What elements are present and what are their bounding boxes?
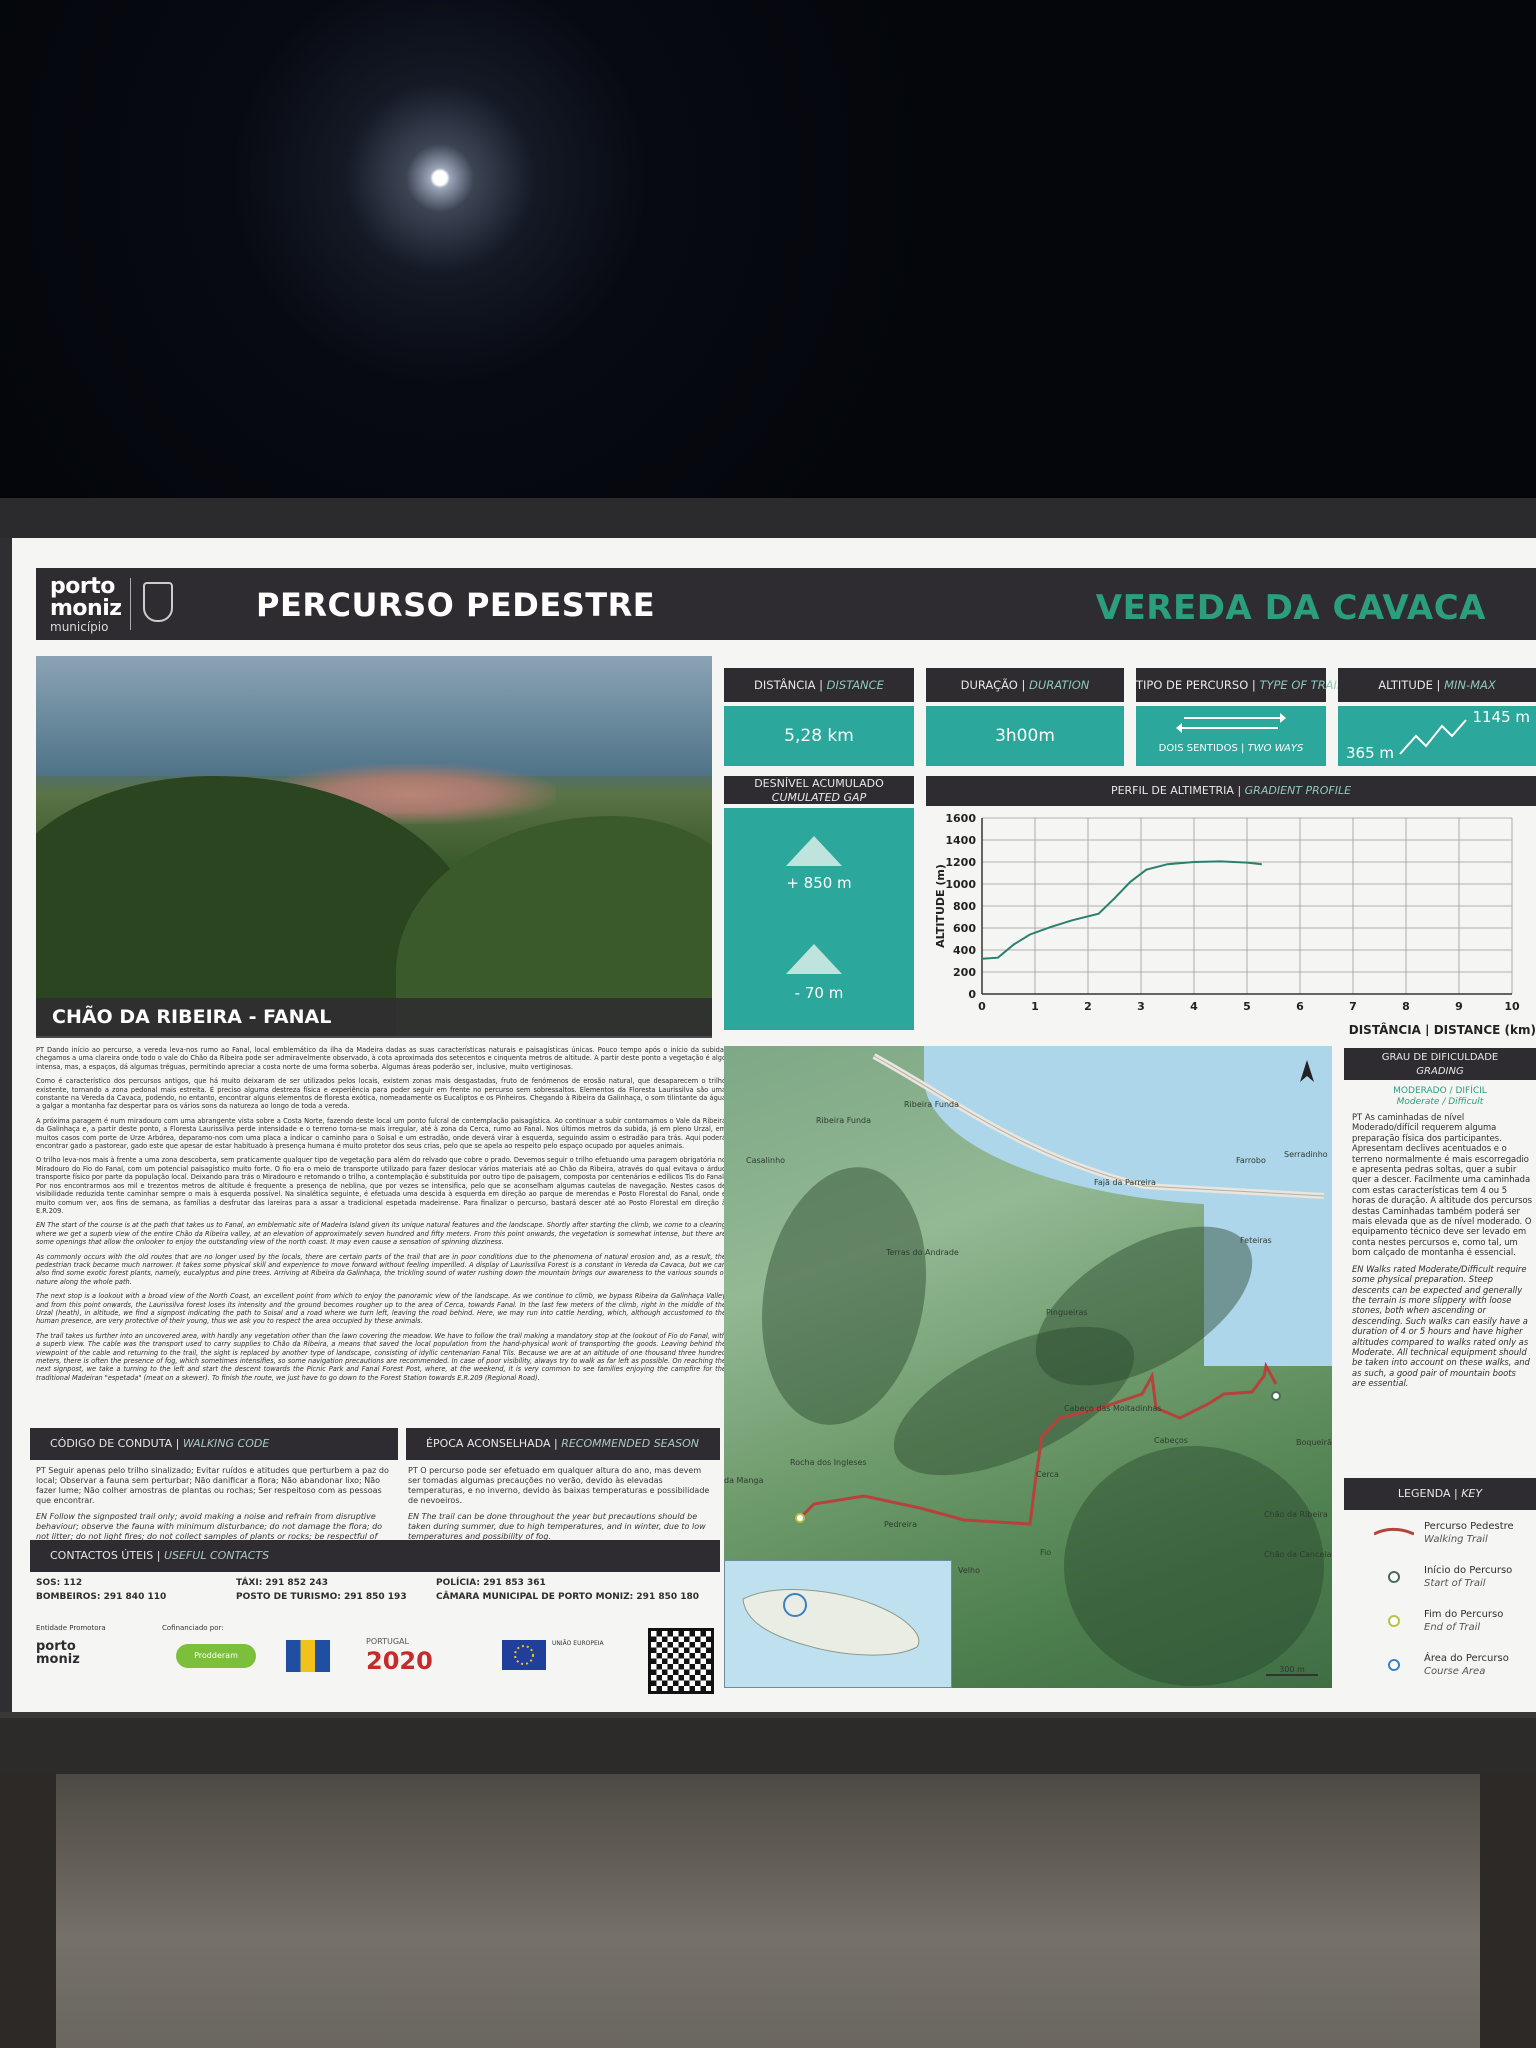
x-tick-label: 10 (1504, 1000, 1520, 1013)
stat-altitude: ALTITUDE | MIN-MAX 365 m 1145 m (1338, 668, 1536, 766)
gradient-profile-chart: 0 200 400 600 800 1000 1200 1400 1600 0 1 2 3 4 5 6 7 8 9 1… (934, 812, 1536, 1037)
x-tick-label: 4 (1190, 1000, 1198, 1013)
sign-frame-bottom (0, 1712, 1536, 1774)
legend-item-course-area: Área do Percurso Course Area (1344, 1650, 1536, 1690)
north-arrow-icon (1300, 1060, 1314, 1082)
x-tick-label: 9 (1455, 1000, 1463, 1013)
legend-item-end: Fim do Percurso End of Trail (1344, 1606, 1536, 1646)
start-marker-icon (1388, 1571, 1400, 1583)
sign-header: porto moniz município PERCURSO PEDESTRE … (36, 568, 1536, 640)
concrete-wall (0, 1774, 1536, 2048)
legend-item-start: Início do Percurso Start of Trail (1344, 1562, 1536, 1602)
x-axis-label: DISTÂNCIA | DISTANCE (km) (1349, 1022, 1536, 1036)
y-tick-label: 600 (953, 922, 976, 935)
stat-trail-type: TIPO DE PERCURSO | TYPE OF TRAIL DOIS SE… (1136, 668, 1343, 766)
y-axis-label: ALTITUDE (m) (934, 864, 947, 948)
y-tick-label: 400 (953, 944, 976, 957)
season-header: ÉPOCA ACONSELHADA | RECOMMENDED SEASON (406, 1428, 720, 1460)
sign-title: PERCURSO PEDESTRE (256, 586, 656, 624)
trail-info-sign: porto moniz município PERCURSO PEDESTRE … (12, 538, 1536, 1712)
map-scale: 300 m (1266, 1665, 1318, 1676)
trail-description: PT Dando início ao percurso, a vereda le… (36, 1046, 726, 1382)
gap-up: + 850 m (786, 874, 852, 892)
legend-header: LEGENDA | KEY (1344, 1478, 1536, 1510)
cumulated-gap: DESNÍVEL ACUMULADO CUMULATED GAP + 850 m … (724, 776, 914, 1030)
descent-icon (786, 944, 842, 974)
prodderam-logo: Prodderam (176, 1644, 256, 1668)
gradient-profile: PERFIL DE ALTIMETRIA | GRADIENT PROFILE … (926, 776, 1536, 1037)
end-marker-icon (1388, 1615, 1400, 1627)
grading-text: PT As caminhadas de nível Moderado/difíc… (1352, 1112, 1532, 1389)
y-tick-label: 1400 (945, 834, 976, 847)
porto-moniz-logo: porto moniz município (50, 574, 122, 635)
eu-flag-icon (502, 1640, 546, 1670)
y-tick-label: 1600 (945, 812, 976, 825)
trail-map: Ribeira Funda Ribeira Funda Casalinho Fa… (724, 1046, 1332, 1688)
walking-code-header: CÓDIGO DE CONDUTA | WALKING CODE (30, 1428, 398, 1460)
legend-item-walking-trail: Percurso Pedestre Walking Trail (1344, 1518, 1536, 1558)
altitude-zigzag-icon (1399, 719, 1467, 755)
x-tick-label: 2 (1084, 1000, 1092, 1013)
sponsor-logos: Entidade Promotora porto moniz Cofinancia… (36, 1620, 726, 1702)
two-way-arrows-icon (1176, 713, 1286, 733)
y-tick-label: 1200 (945, 856, 976, 869)
x-tick-label: 8 (1402, 1000, 1410, 1013)
grading-header: GRAU DE DIFICULDADE GRADING (1344, 1048, 1536, 1080)
municipal-crest-icon (130, 578, 180, 630)
stat-distance: DISTÂNCIA | DISTANCE 5,28 km (724, 668, 914, 766)
y-tick-label: 800 (953, 900, 976, 913)
altitude-max: 1145 m (1472, 708, 1530, 726)
portugal-2020-logo: PORTUGAL 2020 (366, 1637, 433, 1675)
landscape-photo (36, 656, 712, 1036)
y-tick-label: 200 (953, 966, 976, 979)
porto-moniz-small-logo: porto moniz (36, 1639, 80, 1667)
trail-line-icon (1374, 1528, 1414, 1536)
sign-frame-top (0, 498, 1536, 538)
x-tick-label: 5 (1243, 1000, 1251, 1013)
ascent-icon (786, 836, 842, 866)
trail-name: VEREDA DA CAVACA (1095, 588, 1486, 628)
stat-duration: DURAÇÃO | DURATION 3h00m (926, 668, 1124, 766)
season-text: PT O percurso pode ser efetuado em qualq… (408, 1466, 710, 1541)
y-tick-label: 1000 (945, 878, 976, 891)
y-tick-label: 0 (968, 988, 976, 1001)
x-tick-label: 7 (1349, 1000, 1357, 1013)
madeira-island-inset-map (724, 1560, 952, 1688)
qr-code[interactable] (648, 1628, 714, 1694)
photo-caption: CHÃO DA RIBEIRA - FANAL (36, 998, 712, 1038)
altitude-min: 365 m (1346, 744, 1395, 762)
sign-frame-left (0, 538, 12, 1723)
profile-line (981, 860, 1262, 960)
area-marker-icon (1388, 1659, 1400, 1671)
x-tick-label: 0 (978, 1000, 986, 1013)
grading-level: MODERADO / DIFÍCIL Moderate / Difficult (1393, 1086, 1487, 1107)
contacts-header: CONTACTOS ÚTEIS | USEFUL CONTACTS (30, 1540, 720, 1572)
gap-down: - 70 m (794, 984, 844, 1002)
x-tick-label: 3 (1137, 1000, 1145, 1013)
x-tick-label: 6 (1296, 1000, 1304, 1013)
madeira-flag-icon (286, 1640, 330, 1672)
night-sky-with-moon (0, 0, 1536, 500)
x-tick-label: 1 (1031, 1000, 1039, 1013)
